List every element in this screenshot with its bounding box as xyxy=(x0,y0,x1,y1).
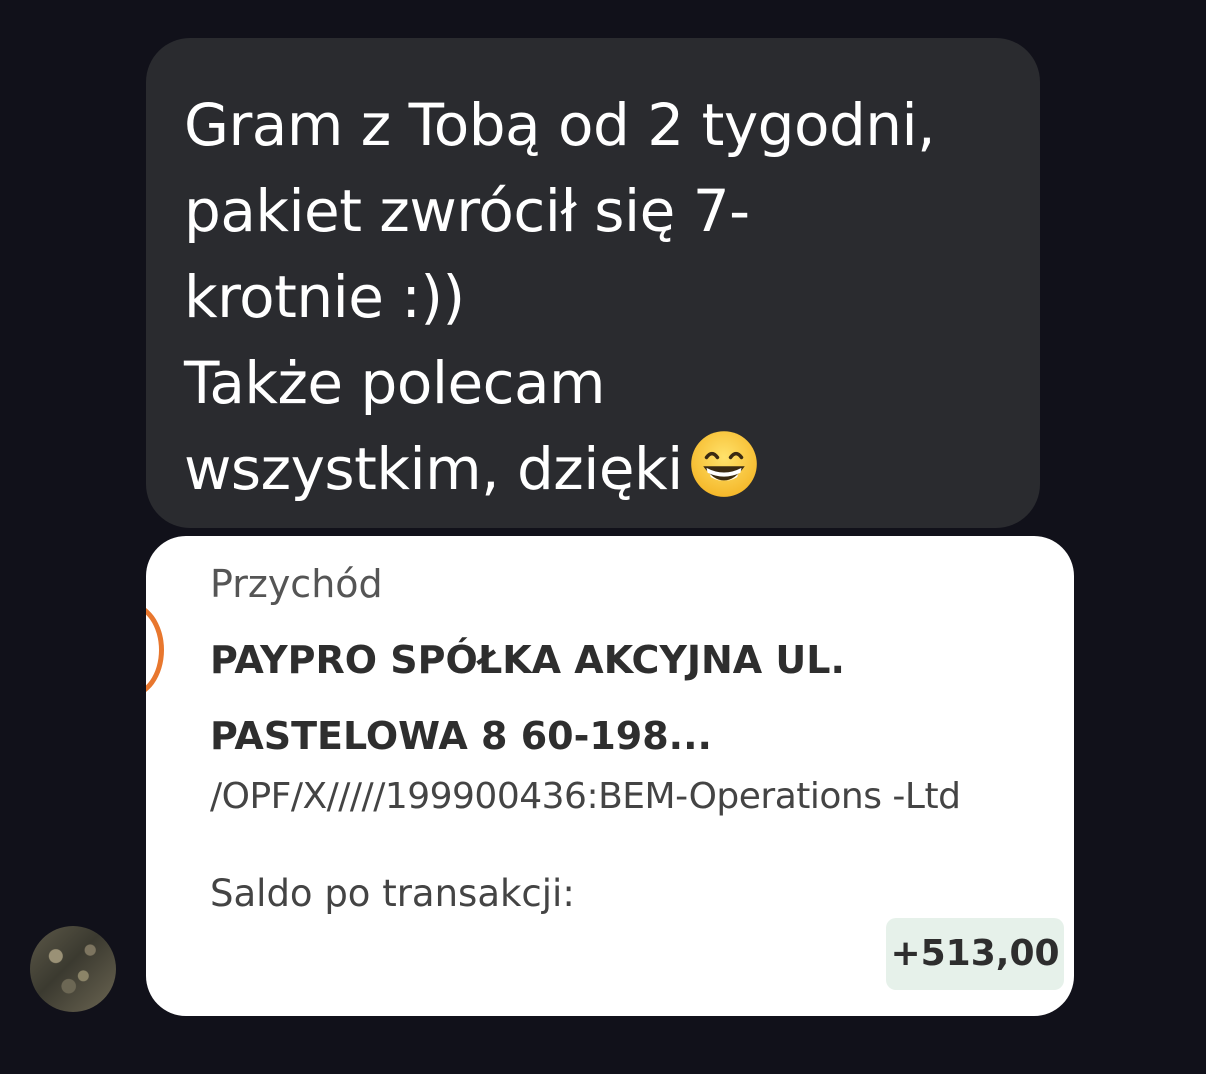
message-bubble[interactable]: Gram z Tobą od 2 tygodni, pakiet zwrócił… xyxy=(146,38,1040,528)
balance-label: Saldo po transakcji: xyxy=(210,872,575,915)
grinning-face-emoji-icon xyxy=(690,431,757,497)
message-line-3: krotnie :)) xyxy=(184,263,465,331)
message-line-4: Także polecam xyxy=(184,349,606,417)
transaction-reference: /OPF/X/////199900436:BEM-Operations -Ltd xyxy=(210,776,961,817)
bank-transaction-image[interactable]: Przychód PAYPRO SPÓŁKA AKCYJNA UL. PASTE… xyxy=(146,536,1074,1016)
transaction-amount: +513,00 xyxy=(886,918,1064,990)
message-line-1: Gram z Tobą od 2 tygodni, xyxy=(184,91,936,159)
chat-screen: Gram z Tobą od 2 tygodni, pakiet zwrócił… xyxy=(0,0,1206,1074)
message-line-2: pakiet zwrócił się 7- xyxy=(184,177,750,245)
bank-logo-arc xyxy=(146,602,164,698)
message-line-5-wrap: wszystkim, dzięki xyxy=(184,426,1010,512)
payee-line-1: PAYPRO SPÓŁKA AKCYJNA UL. xyxy=(210,638,845,682)
sender-avatar[interactable] xyxy=(30,926,116,1012)
payee-line-2: PASTELOWA 8 60-198... xyxy=(210,714,712,758)
transaction-payee: PAYPRO SPÓŁKA AKCYJNA UL. PASTELOWA 8 60… xyxy=(210,622,845,774)
message-line-5: wszystkim, dzięki xyxy=(184,435,683,503)
transaction-type: Przychód xyxy=(210,562,383,606)
